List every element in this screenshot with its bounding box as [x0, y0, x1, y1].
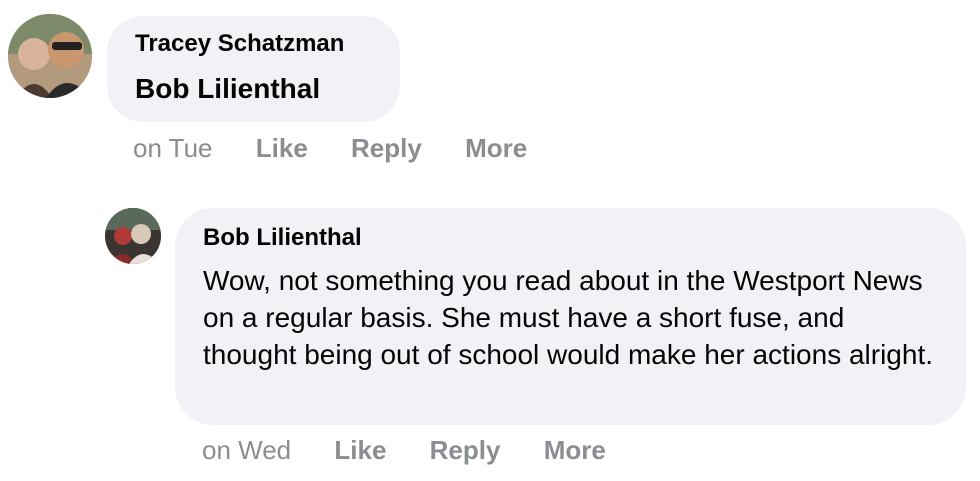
comment-text: Wow, not something you read about in the… [203, 265, 934, 370]
avatar[interactable] [8, 14, 92, 98]
more-button[interactable]: More [465, 133, 527, 163]
like-button[interactable]: Like [334, 435, 386, 465]
reply-button[interactable]: Reply [351, 133, 422, 163]
comment-actions: on Wed Like Reply More [202, 435, 642, 465]
comment-timestamp[interactable]: on Tue [133, 133, 213, 163]
comment-bubble: Bob Lilienthal Wow, not something you re… [175, 208, 966, 425]
reply-button[interactable]: Reply [430, 435, 501, 465]
avatar[interactable] [105, 208, 161, 264]
comment-timestamp[interactable]: on Wed [202, 435, 291, 465]
more-button[interactable]: More [544, 435, 606, 465]
comment-author[interactable]: Tracey Schatzman [135, 30, 400, 58]
profile-photo-icon [8, 14, 92, 98]
comment-actions: on Tue Like Reply More [133, 133, 563, 163]
comment-author[interactable]: Bob Lilienthal [203, 224, 946, 252]
like-button[interactable]: Like [256, 133, 308, 163]
profile-photo-icon [105, 208, 161, 264]
comment-text[interactable]: Bob Lilienthal [135, 70, 400, 107]
comment-bubble: Tracey Schatzman Bob Lilienthal [107, 16, 400, 122]
